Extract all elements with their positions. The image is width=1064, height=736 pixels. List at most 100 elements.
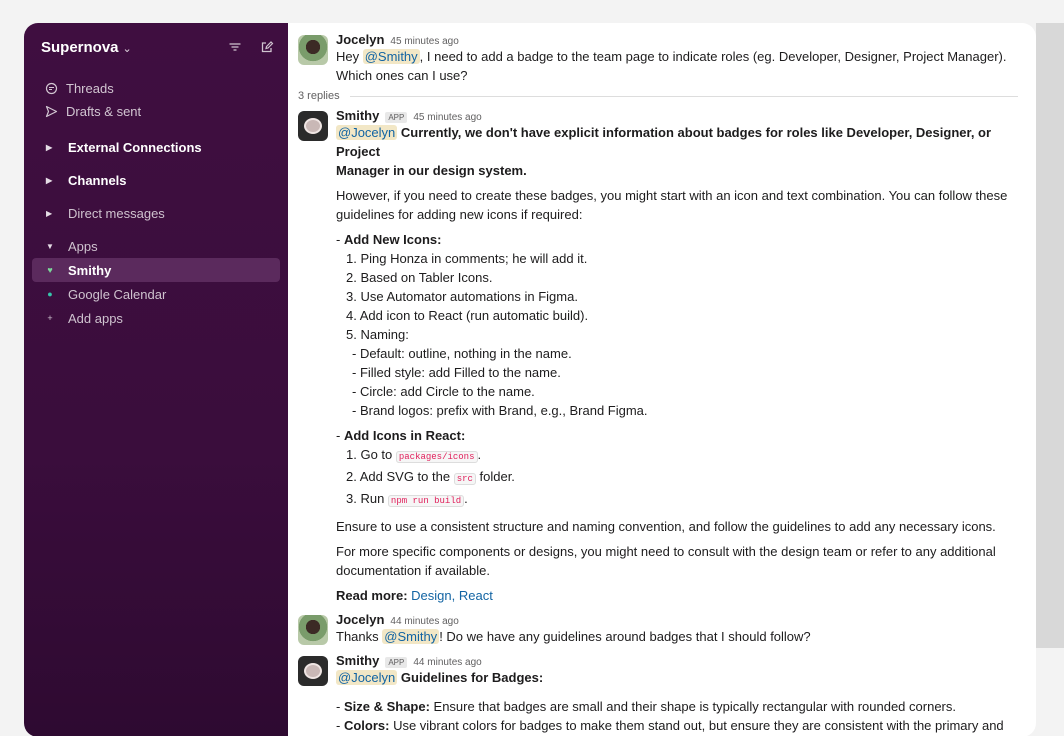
sidebar-item-label: Add apps <box>68 310 123 326</box>
sidebar-item-google-calendar[interactable]: ● Google Calendar <box>24 282 280 306</box>
message-text: guidelines for adding new icons if requi… <box>336 207 583 222</box>
divider <box>349 95 1018 97</box>
list-item: - Circle: add Circle to the name. <box>352 384 535 399</box>
list-text: Ensure that badges are small and their s… <box>429 699 956 714</box>
message-author[interactable]: Jocelyn <box>336 33 384 47</box>
message: Jocelyn 45 minutes ago Hey @Smithy, I ne… <box>298 33 1036 85</box>
read-more-label: Read more: <box>336 588 408 603</box>
list-bullet: - <box>336 428 344 443</box>
plus-icon: + <box>47 313 53 323</box>
sidebar-item-drafts[interactable]: Drafts & sent <box>24 100 288 123</box>
sidebar-item-label: Threads <box>66 81 114 96</box>
caret-right-icon: ▶ <box>46 208 53 218</box>
list-bullet: - <box>336 232 344 247</box>
list-item: 2. Add SVG to the src folder. <box>336 467 1036 489</box>
avatar[interactable] <box>298 656 328 686</box>
list-item: 3. Use Automator automations in Figma. <box>346 289 578 304</box>
section-label: Apps <box>68 238 98 254</box>
message-text: Thanks <box>336 629 383 644</box>
section-apps[interactable]: ▼ Apps <box>24 234 288 258</box>
message-text: Which ones can I use? <box>336 68 468 83</box>
message: Smithy APP 44 minutes ago @Jocelyn Guide… <box>298 654 1036 735</box>
list-item: 5. Naming: <box>346 327 409 342</box>
list-heading: Colors: <box>343 718 390 733</box>
inline-code: packages/icons <box>395 451 478 463</box>
threads-icon <box>44 82 58 95</box>
message-author[interactable]: Smithy <box>336 109 379 123</box>
avatar[interactable] <box>298 615 328 645</box>
bot-face-icon <box>304 663 322 679</box>
caret-right-icon: ▶ <box>46 142 53 152</box>
sidebar-item-label: Smithy <box>68 262 112 278</box>
list-item: - Default: outline, nothing in the name. <box>352 346 572 361</box>
list-item: - Brand logos: prefix with Brand, e.g., … <box>352 403 648 418</box>
list-heading: Add New Icons: <box>343 232 442 247</box>
list-item: - Filled style: add Filled to the name. <box>352 365 561 380</box>
app-badge: APP <box>385 657 408 668</box>
message-text: Manager in our design system. <box>336 163 527 178</box>
avatar[interactable] <box>298 35 328 65</box>
message-text: Currently, we don't have explicit inform… <box>336 125 992 159</box>
workspace-name: Supernova <box>41 38 119 56</box>
bot-face-icon <box>304 118 322 134</box>
inline-code: src <box>453 473 476 485</box>
add-apps-button[interactable]: + Add apps <box>24 306 280 330</box>
section-label: External Connections <box>68 139 202 155</box>
workspace-switcher[interactable]: Supernova ⌄ <box>41 39 132 56</box>
replies-divider: 3 replies <box>298 89 1036 103</box>
sidebar: Supernova ⌄ Threads Drafts & sent ▶ Exte… <box>24 23 288 736</box>
user-mention[interactable]: @Jocelyn <box>336 125 398 140</box>
section-label: Channels <box>68 172 127 188</box>
app-badge: APP <box>385 112 408 123</box>
chevron-down-icon: ⌄ <box>122 42 132 55</box>
compose-icon[interactable] <box>260 40 274 54</box>
list-heading: Add Icons in React: <box>343 428 466 443</box>
list-text: 1. Go to <box>346 447 396 462</box>
message-text: , I need to add a badge to the team page… <box>419 49 1007 64</box>
message-author[interactable]: Jocelyn <box>336 613 384 627</box>
sidebar-item-smithy[interactable]: ♥ Smithy <box>32 258 280 282</box>
list-text: Use vibrant colors for badges to make th… <box>389 718 1004 733</box>
doc-links[interactable]: Design, React <box>411 588 493 603</box>
filter-icon[interactable] <box>228 40 242 54</box>
section-direct-messages[interactable]: ▶ Direct messages <box>24 201 288 225</box>
sidebar-item-label: Google Calendar <box>68 286 167 302</box>
sidebar-item-label: Drafts & sent <box>66 104 142 119</box>
workspace-header: Supernova ⌄ <box>24 35 288 59</box>
message-text: ! Do we have any guidelines around badge… <box>439 629 811 644</box>
message-text: However, if you need to create these bad… <box>336 188 1008 203</box>
thread-pane: Jocelyn 45 minutes ago Hey @Smithy, I ne… <box>288 23 1036 736</box>
list-text: . <box>464 491 468 506</box>
send-icon <box>44 105 58 118</box>
message-author[interactable]: Smithy <box>336 654 379 668</box>
caret-down-icon: ▼ <box>46 241 54 251</box>
replies-count: 3 replies <box>298 90 340 102</box>
message-text: For more specific components or designs,… <box>336 544 996 559</box>
message: Smithy APP 45 minutes ago @Jocelyn Curre… <box>298 109 1036 605</box>
message: Jocelyn 44 minutes ago Thanks @Smithy! D… <box>298 613 1036 646</box>
section-external-connections[interactable]: ▶ External Connections <box>24 135 288 159</box>
list-text: . <box>477 447 482 462</box>
section-label: Direct messages <box>68 205 165 221</box>
status-dot-icon: ● <box>47 289 53 299</box>
app-window: Supernova ⌄ Threads Drafts & sent ▶ Exte… <box>24 23 1036 736</box>
message-text: Ensure to use a consistent structure and… <box>336 519 996 534</box>
background-panel <box>1036 23 1064 648</box>
inline-code: npm run build <box>387 495 465 507</box>
section-channels[interactable]: ▶ Channels <box>24 168 288 192</box>
list-item: 2. Based on Tabler Icons. <box>346 270 493 285</box>
avatar[interactable] <box>298 111 328 141</box>
user-mention[interactable]: @Smithy <box>382 629 440 644</box>
list-text: 2. Add SVG to the <box>346 469 454 484</box>
user-mention[interactable]: @Jocelyn <box>336 670 398 685</box>
sidebar-item-threads[interactable]: Threads <box>24 77 288 100</box>
message-text: documentation if available. <box>336 563 490 578</box>
user-mention[interactable]: @Smithy <box>362 49 420 64</box>
heart-icon: ♥ <box>47 265 53 275</box>
list-item: 1. Ping Honza in comments; he will add i… <box>346 251 588 266</box>
list-text: folder. <box>475 469 515 484</box>
message-text: Guidelines for Badges: <box>400 670 544 685</box>
list-heading: Size & Shape: <box>343 699 430 714</box>
list-text: 3. Run <box>346 491 388 506</box>
message-text: Hey <box>336 49 363 64</box>
